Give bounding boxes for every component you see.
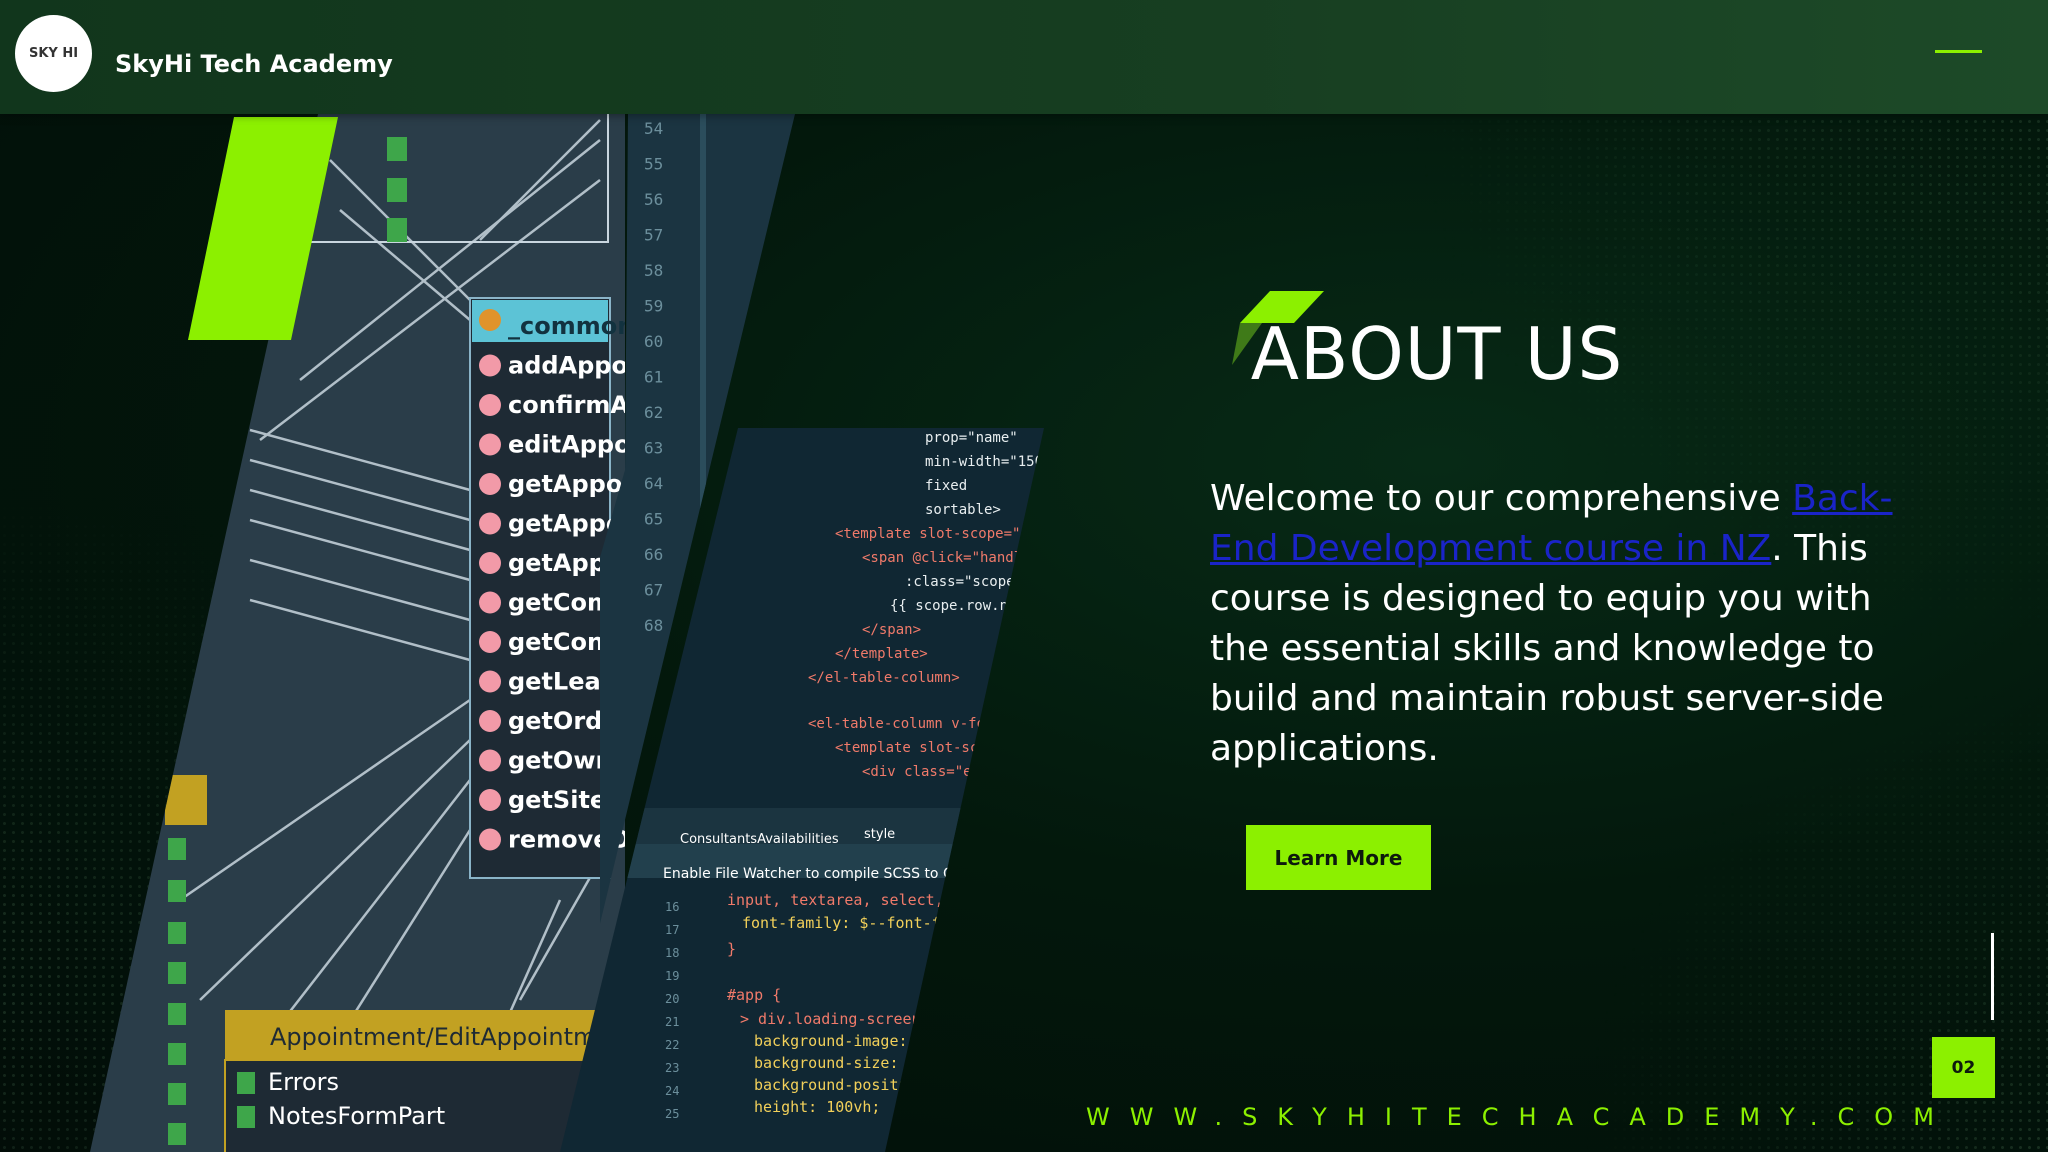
vertical-divider [1991, 933, 1994, 1020]
top-header: SKY HI SkyHi Tech Academy [0, 0, 2048, 114]
page-number-badge: 02 [1932, 1037, 1995, 1098]
header-accent-dash [1935, 50, 1982, 53]
intro-paragraph: Welcome to our comprehensive Back-End De… [1210, 474, 1930, 774]
brand-name[interactable]: SkyHi Tech Academy [115, 50, 393, 78]
learn-more-button[interactable]: Learn More [1246, 825, 1431, 890]
section-title: ABOUT US [1250, 312, 1624, 396]
website-url[interactable]: WWW.SKYHITECHACADEMY.COM [1086, 1103, 1954, 1131]
intro-text-start: Welcome to our comprehensive [1210, 478, 1793, 519]
academy-logo[interactable]: SKY HI [15, 15, 92, 92]
logo-text: SKY HI [28, 46, 79, 61]
